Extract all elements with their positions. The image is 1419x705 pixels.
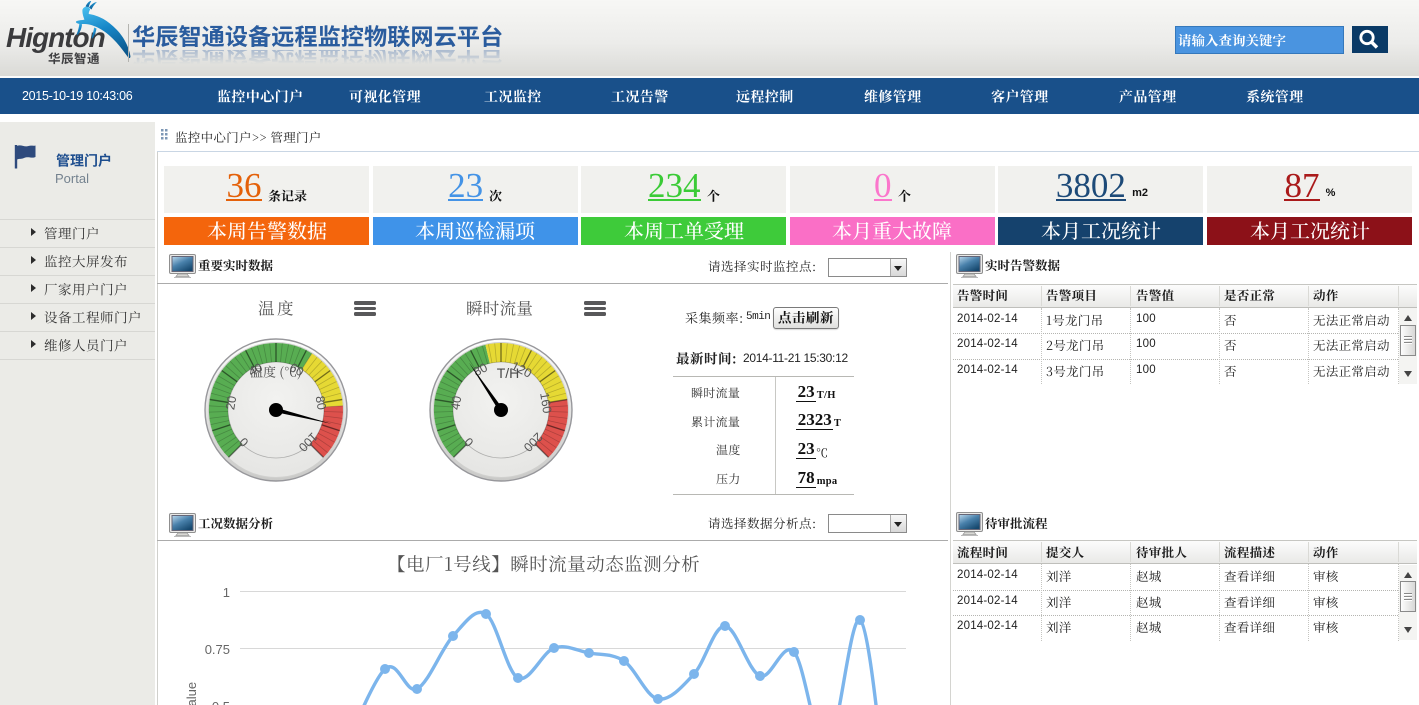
svg-text:80: 80 [312, 395, 328, 411]
svg-text:40: 40 [448, 395, 464, 411]
svg-text:20: 20 [223, 395, 239, 411]
svg-text:T/H: T/H [496, 365, 519, 381]
